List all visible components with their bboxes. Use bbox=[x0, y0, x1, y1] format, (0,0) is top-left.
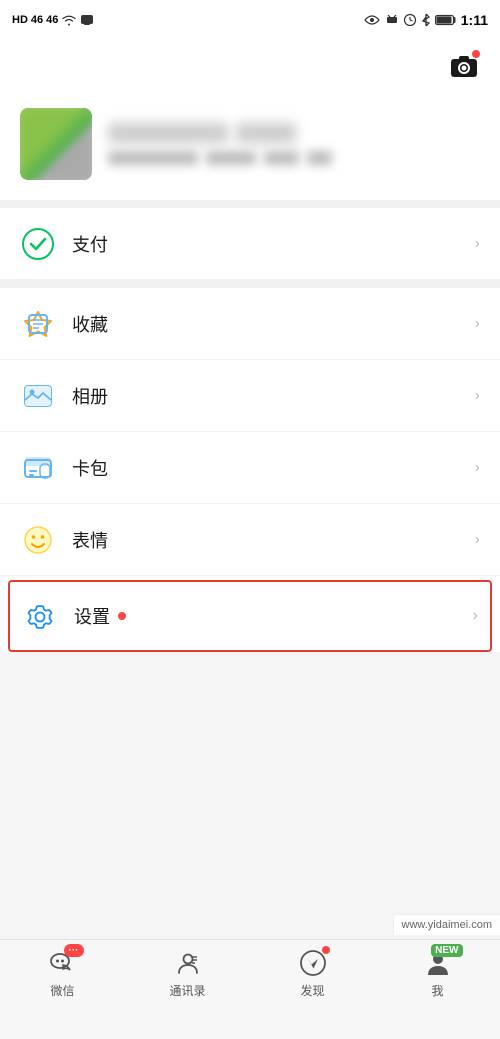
card-icon bbox=[22, 452, 54, 484]
album-arrow: › bbox=[475, 387, 480, 405]
profile-meta-row bbox=[108, 151, 480, 165]
notification-icon bbox=[385, 13, 399, 27]
tab-contacts-icon-wrap bbox=[173, 948, 203, 978]
profile-meta-4 bbox=[307, 151, 332, 165]
menu-item-card[interactable]: 卡包 › bbox=[0, 432, 500, 504]
signal-4g-1: 46 bbox=[31, 14, 43, 26]
menu-item-album[interactable]: 相册 › bbox=[0, 360, 500, 432]
tab-contacts-label: 通讯录 bbox=[169, 982, 205, 999]
tab-contacts[interactable]: 通讯录 bbox=[125, 948, 250, 999]
favorites-arrow: › bbox=[475, 315, 480, 333]
emoji-arrow: › bbox=[475, 531, 480, 549]
tab-bar: ··· 微信 通讯录 发现 bbox=[0, 939, 500, 1039]
me-badge-new: NEW bbox=[431, 944, 462, 957]
payment-icon bbox=[22, 228, 54, 260]
profile-meta-2 bbox=[206, 151, 256, 165]
emoji-icon bbox=[22, 524, 54, 556]
profile-meta-1 bbox=[108, 151, 198, 165]
menu-item-settings[interactable]: 设置 › bbox=[8, 580, 492, 652]
menu-item-favorites[interactable]: 收藏 › bbox=[0, 288, 500, 360]
camera-badge bbox=[472, 50, 480, 58]
album-icon bbox=[22, 380, 54, 412]
settings-dot bbox=[118, 612, 126, 620]
profile-name-row bbox=[108, 123, 480, 143]
wifi-icon bbox=[61, 14, 77, 26]
tab-me[interactable]: NEW 我 bbox=[375, 948, 500, 999]
tab-wechat-icon-wrap: ··· bbox=[48, 948, 78, 978]
wechat-badge: ··· bbox=[64, 944, 84, 957]
discover-tab-icon bbox=[299, 949, 327, 977]
clock-icon bbox=[403, 13, 417, 27]
tab-wechat-label: 微信 bbox=[50, 982, 74, 999]
carrier-hd: HD bbox=[12, 14, 28, 26]
message-icon-status bbox=[80, 14, 94, 26]
favorites-icon-wrap bbox=[20, 306, 56, 342]
contacts-tab-icon bbox=[174, 949, 202, 977]
tab-discover-icon-wrap bbox=[298, 948, 328, 978]
status-left: HD 46 46 bbox=[12, 14, 94, 26]
menu-item-emoji[interactable]: 表情 › bbox=[0, 504, 500, 576]
tab-discover-label: 发现 bbox=[300, 982, 324, 999]
profile-name-extra bbox=[236, 123, 296, 143]
settings-icon bbox=[25, 601, 55, 631]
emoji-label: 表情 bbox=[72, 527, 475, 553]
time-display: 1:11 bbox=[461, 12, 488, 28]
menu-item-payment[interactable]: 支付 › bbox=[0, 208, 500, 280]
favorites-icon bbox=[22, 308, 54, 340]
tab-wechat[interactable]: ··· 微信 bbox=[0, 948, 125, 999]
discover-badge-dot bbox=[322, 946, 330, 954]
watermark: www.yidaimei.com bbox=[393, 914, 500, 935]
battery-icon bbox=[435, 14, 457, 26]
tab-me-icon-wrap: NEW bbox=[423, 948, 453, 978]
settings-icon-wrap bbox=[22, 598, 58, 634]
camera-area bbox=[0, 40, 500, 92]
eye-icon bbox=[363, 14, 381, 26]
album-label: 相册 bbox=[72, 383, 475, 409]
album-icon-wrap bbox=[20, 378, 56, 414]
emoji-icon-wrap bbox=[20, 522, 56, 558]
divider-1 bbox=[0, 280, 500, 288]
menu-list: 支付 › 收藏 › bbox=[0, 208, 500, 652]
tab-me-label: 我 bbox=[431, 982, 443, 999]
status-right: 1:11 bbox=[363, 12, 488, 28]
card-label: 卡包 bbox=[72, 455, 475, 481]
profile-meta-3 bbox=[264, 151, 299, 165]
avatar-image bbox=[20, 108, 92, 180]
profile-section bbox=[0, 92, 500, 208]
card-arrow: › bbox=[475, 459, 480, 477]
payment-icon-wrap bbox=[20, 226, 56, 262]
avatar[interactable] bbox=[20, 108, 92, 180]
tab-discover[interactable]: 发现 bbox=[250, 948, 375, 999]
bluetooth-icon bbox=[421, 13, 431, 27]
favorites-label: 收藏 bbox=[72, 311, 475, 337]
profile-info bbox=[108, 123, 480, 165]
card-icon-wrap bbox=[20, 450, 56, 486]
settings-arrow: › bbox=[473, 607, 478, 625]
camera-button[interactable] bbox=[448, 50, 480, 82]
payment-arrow: › bbox=[475, 235, 480, 253]
profile-name bbox=[108, 123, 228, 143]
settings-label: 设置 bbox=[74, 603, 473, 629]
payment-label: 支付 bbox=[72, 231, 475, 257]
signal-4g-2: 46 bbox=[46, 14, 58, 26]
status-bar: HD 46 46 bbox=[0, 0, 500, 40]
